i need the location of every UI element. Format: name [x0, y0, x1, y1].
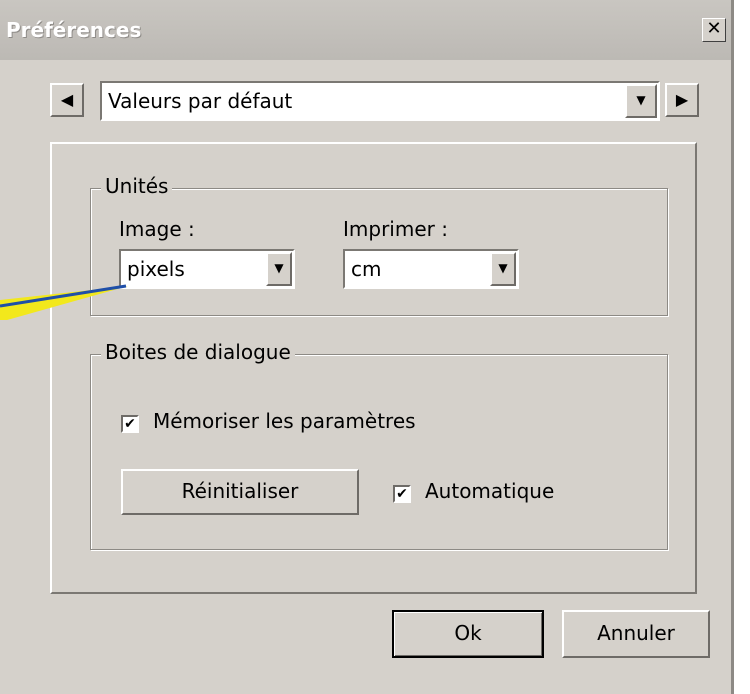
annotation-callout	[0, 284, 128, 320]
ok-button-label: Ok	[454, 621, 482, 645]
print-label: Imprimer :	[343, 217, 448, 241]
print-units-dropdown-button[interactable]: ▼	[490, 252, 516, 286]
cancel-button[interactable]: Annuler	[562, 610, 710, 658]
units-group: Unités Image : pixels ▼ Imprimer : cm ▼	[90, 174, 668, 316]
profile-dropdown-button[interactable]: ▼	[625, 84, 657, 118]
profile-select[interactable]: Valeurs par défaut ▼	[100, 81, 660, 121]
remember-settings-checkbox[interactable]: ✔	[121, 415, 139, 433]
ok-button[interactable]: Ok	[392, 610, 544, 658]
image-units-select[interactable]: pixels ▼	[119, 249, 295, 289]
dialogs-group: Boites de dialogue ✔ Mémoriser les param…	[90, 340, 668, 550]
close-button[interactable]: ✕	[702, 18, 726, 42]
close-icon: ✕	[706, 18, 722, 39]
remember-settings-label[interactable]: Mémoriser les paramètres	[153, 409, 416, 433]
next-profile-button[interactable]: ▶	[665, 83, 699, 117]
image-units-dropdown-button[interactable]: ▼	[266, 252, 292, 286]
reset-button-label: Réinitialiser	[181, 479, 299, 503]
chevron-down-icon: ▼	[498, 261, 508, 275]
settings-panel: Unités Image : pixels ▼ Imprimer : cm ▼ …	[50, 142, 697, 594]
check-icon: ✔	[396, 486, 408, 502]
chevron-down-icon: ▼	[636, 93, 646, 107]
chevron-down-icon: ▼	[274, 261, 284, 275]
dialogs-legend: Boites de dialogue	[101, 340, 295, 364]
check-icon: ✔	[124, 416, 136, 432]
automatic-checkbox[interactable]: ✔	[393, 485, 411, 503]
print-units-value: cm	[351, 257, 382, 281]
arrow-right-icon: ▶	[675, 90, 689, 109]
print-units-select[interactable]: cm ▼	[343, 249, 519, 289]
reset-button[interactable]: Réinitialiser	[121, 469, 359, 515]
cancel-button-label: Annuler	[597, 621, 675, 645]
automatic-label[interactable]: Automatique	[425, 479, 554, 503]
